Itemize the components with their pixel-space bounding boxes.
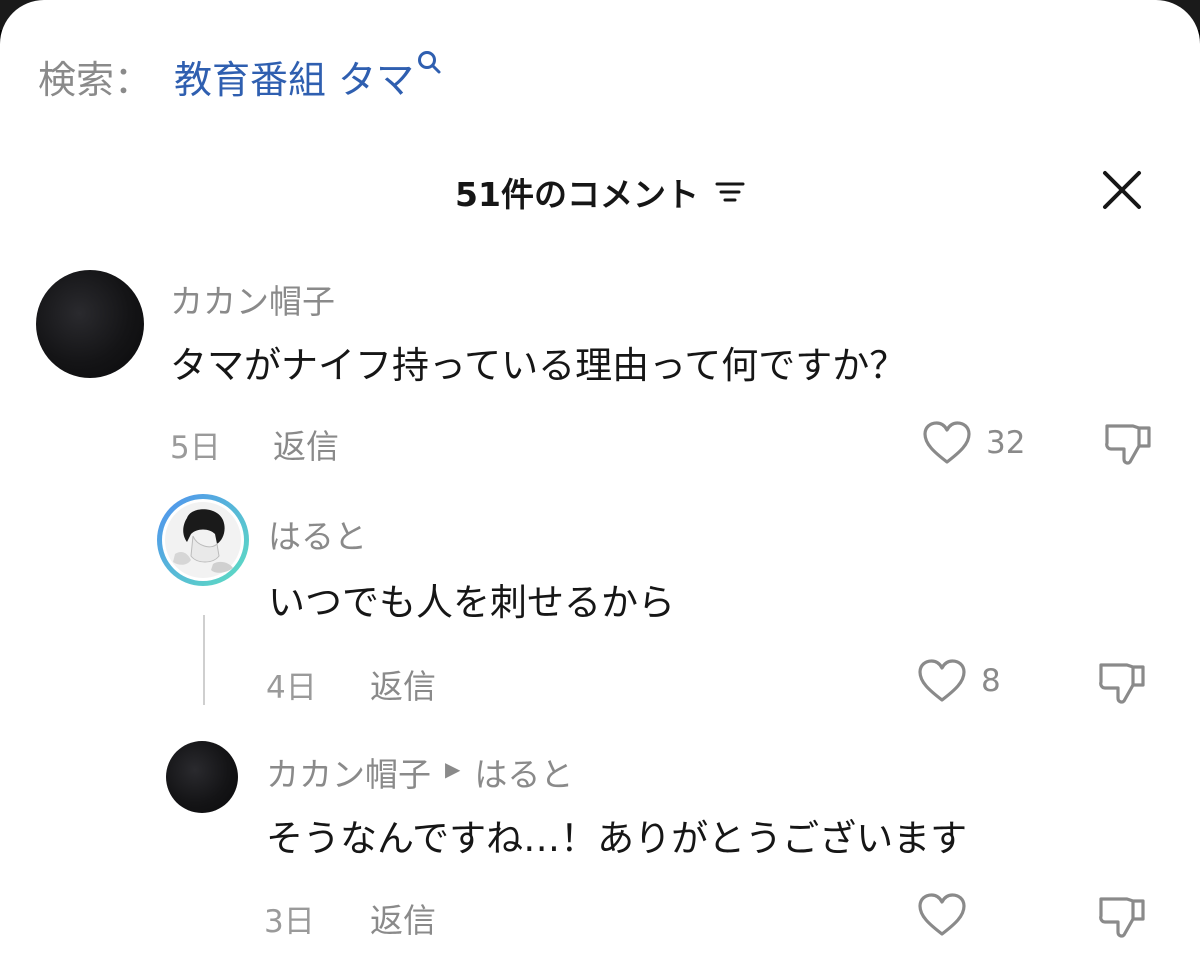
comments-title-row[interactable]: 51件のコメント [0,168,1200,216]
comments-count-title: 51件のコメント [455,175,699,214]
comment-text: いつでも人を刺せるから [268,581,675,624]
search-prefix: 検索： [38,57,153,102]
thumbs-down-icon[interactable] [1097,891,1149,943]
comments-header: 51件のコメント [0,160,1200,220]
close-button[interactable] [1098,166,1146,214]
reply-to-arrow-icon: ▶ [445,757,461,781]
comment-date: 5日 [170,430,221,466]
comment-username[interactable]: カカン帽子 [170,275,335,323]
like-button[interactable]: 8 [917,658,1001,704]
comment-date: 4日 [266,670,317,706]
thumbs-down-icon[interactable] [1097,657,1149,709]
reply-button[interactable]: 返信 [273,420,339,468]
like-button[interactable] [917,892,967,938]
thread-line [203,615,205,705]
like-button[interactable]: 32 [922,420,1025,466]
avatar[interactable] [166,741,238,813]
avatar[interactable] [157,494,249,586]
search-icon [418,51,441,74]
like-count: 32 [986,425,1026,461]
search-suggestion[interactable]: 検索： 教育番組 タマ [38,48,442,104]
reply-button[interactable]: 返信 [370,660,436,708]
heart-icon [923,421,971,464]
close-icon [1103,171,1141,209]
search-term-link[interactable]: 教育番組 タマ [174,49,414,104]
comment-username[interactable]: カカン帽子 [266,748,431,796]
comment-text: そうなんですね…！ありがとうございます [266,817,968,860]
heart-icon [918,893,966,936]
like-count: 8 [981,663,1001,699]
comment-date: 3日 [264,904,315,940]
sort-icon[interactable] [715,179,745,205]
heart-icon [918,659,966,702]
thumbs-down-icon[interactable] [1103,418,1155,470]
reply-to-username[interactable]: はると [474,748,573,796]
comment-text: タマがナイフ持っている理由って何ですか？ [170,344,907,387]
comments-sheet: 検索： 教育番組 タマ 51件のコメント カカン帽子 タマがナイフ持っている理由… [0,0,1200,968]
profile-illustration [162,499,244,581]
comment-username-row: カカン帽子 ▶ はると [266,748,573,796]
reply-button[interactable]: 返信 [370,894,436,942]
avatar[interactable] [36,270,144,378]
comment-username[interactable]: はると [268,510,367,558]
